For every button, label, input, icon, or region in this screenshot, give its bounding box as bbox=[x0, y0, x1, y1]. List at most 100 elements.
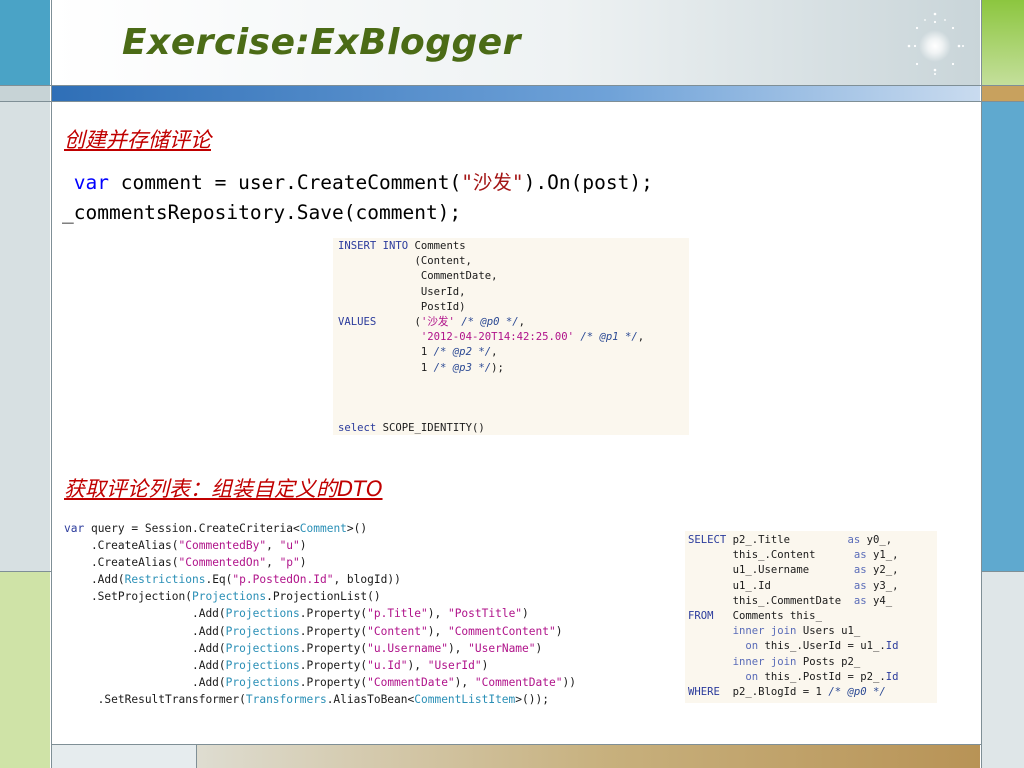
sql-select-screenshot: SELECT p2_.Title as y0_, this_.Content a… bbox=[685, 531, 937, 703]
code-line: SELECT p2_.Title as y0_, bbox=[688, 533, 937, 548]
title-underline-bar bbox=[52, 86, 980, 101]
code-token: Comments this_ bbox=[713, 610, 822, 623]
code-token: .SetResultTransformer( bbox=[64, 692, 246, 706]
code-token: /* @p1 */ bbox=[574, 331, 638, 344]
code-token: y0_, bbox=[860, 534, 893, 546]
code-token: "CommentContent" bbox=[447, 624, 556, 638]
code-line: .SetProjection(Projections.ProjectionLis… bbox=[64, 588, 576, 605]
code-token: , blogId)) bbox=[333, 573, 401, 587]
code-token: .Add( bbox=[64, 624, 226, 638]
code-token: as bbox=[853, 594, 867, 607]
code-token: /* @p3 */ bbox=[427, 361, 492, 374]
code-token: .Property( bbox=[299, 641, 368, 655]
code-line: '2012-04-20T14:42:25.00' /* @p1 */, bbox=[338, 330, 689, 345]
code-line: VALUES ('沙发' /* @p0 */, bbox=[338, 315, 689, 330]
code-token: '2012-04-20T14:42:25.00' bbox=[420, 331, 574, 344]
code-string: "沙发" bbox=[461, 171, 524, 194]
code-token: Posts p2_ bbox=[796, 655, 861, 668]
code-line: (Content, bbox=[338, 254, 689, 269]
frame-divider-left-low bbox=[0, 571, 51, 572]
code-line: select SCOPE_IDENTITY() bbox=[338, 421, 689, 436]
code-line: this_.Content as y1_, bbox=[688, 548, 937, 563]
code-token: query = Session.CreateCriteria< bbox=[84, 522, 300, 535]
code-token: /* @p0 */ bbox=[454, 316, 519, 329]
code-token: this_.UserId = u1_. bbox=[758, 640, 886, 653]
code-line: .Add(Projections.Property("u.Username"),… bbox=[64, 640, 576, 657]
code-line: .CreateAlias("CommentedBy", "u") bbox=[64, 537, 576, 554]
code-token: "PostTitle" bbox=[447, 607, 523, 621]
code-token: Users u1_ bbox=[796, 625, 861, 638]
code-token: 1 bbox=[338, 361, 428, 374]
frame-right-strip bbox=[982, 85, 1024, 101]
code-token: .SetProjection( bbox=[64, 590, 192, 604]
code-line: 1 /* @p3 */); bbox=[338, 361, 689, 376]
code-line: ​ bbox=[338, 391, 689, 406]
code-token: "Content" bbox=[367, 624, 428, 638]
code-token: ) bbox=[299, 539, 307, 553]
code-token: Projections bbox=[225, 675, 300, 689]
code-token: y3_, bbox=[866, 579, 899, 592]
code-line: UserId, bbox=[338, 285, 689, 300]
frame-divider-left bbox=[51, 0, 52, 768]
code-token: u1_.Username bbox=[688, 564, 854, 577]
code-token: ) bbox=[522, 607, 529, 621]
code-line1-b: ).On(post); bbox=[523, 171, 653, 194]
code-token: "CommentedBy" bbox=[178, 539, 267, 553]
code-token: y1_, bbox=[866, 549, 899, 562]
code-token: u1_.Id bbox=[688, 579, 854, 592]
code-token: "p" bbox=[279, 556, 300, 570]
code-token: "CommentedOn" bbox=[178, 556, 267, 570]
code-token: , bbox=[637, 331, 645, 344]
code-token: Id bbox=[885, 670, 899, 683]
code-line: on this_.PostId = p2_.Id bbox=[688, 670, 937, 685]
code-token: "u.Username" bbox=[367, 641, 448, 655]
code-line: var query = Session.CreateCriteria<Comme… bbox=[64, 520, 576, 537]
code-token: /* @p0 */ bbox=[821, 686, 886, 699]
code-token: SCOPE_IDENTITY() bbox=[376, 422, 485, 435]
code-token: WHERE bbox=[688, 686, 720, 699]
code-token: .Add( bbox=[64, 607, 226, 621]
sql-insert-screenshot: INSERT INTO Comments (Content, CommentDa… bbox=[333, 238, 689, 435]
frame-right-bottom bbox=[982, 571, 1024, 768]
code-token: .Property( bbox=[299, 624, 368, 638]
code-token: ), bbox=[427, 624, 448, 638]
code-token: VALUES bbox=[338, 316, 377, 329]
code-token: .Eq( bbox=[205, 573, 233, 587]
code-token: PostId) bbox=[338, 300, 466, 313]
criteria-code-screenshot: var query = Session.CreateCriteria<Comme… bbox=[64, 520, 576, 708]
code-token: y2_, bbox=[866, 564, 899, 577]
code-line: .Add(Projections.Property("u.Id"), "User… bbox=[64, 657, 576, 674]
code-token: "CommentDate" bbox=[474, 675, 563, 689]
code-token: CommentDate, bbox=[338, 270, 498, 283]
code-token: inner join bbox=[732, 625, 797, 638]
code-token: >()); bbox=[515, 692, 549, 706]
code-line: CommentDate, bbox=[338, 269, 689, 284]
code-token: Projections bbox=[225, 607, 300, 621]
code-token: var bbox=[64, 522, 85, 535]
code-token: .Property( bbox=[299, 675, 368, 689]
code-token: ), bbox=[447, 641, 469, 655]
code-token: ) bbox=[555, 624, 563, 638]
frame-left-bottom bbox=[0, 571, 50, 768]
code-line1-a: comment = user.CreateComment( bbox=[108, 171, 462, 194]
code-token: ); bbox=[491, 361, 504, 374]
code-token: ) bbox=[535, 641, 543, 655]
code-token: as bbox=[853, 564, 867, 577]
code-token: Projections bbox=[225, 624, 300, 638]
code-token: , bbox=[266, 539, 280, 553]
code-line: WHERE p2_.BlogId = 1 /* @p0 */ bbox=[688, 685, 937, 700]
code-token: select bbox=[338, 422, 377, 435]
code-line: u1_.Id as y3_, bbox=[688, 579, 937, 594]
code-line: u1_.Username as y2_, bbox=[688, 563, 937, 578]
code-token: as bbox=[853, 579, 867, 592]
code-token: "u" bbox=[279, 539, 300, 553]
code-token: .Add( bbox=[64, 573, 125, 587]
code-token: SELECT bbox=[688, 534, 727, 546]
code-token: Projections bbox=[225, 641, 300, 655]
code-line2: _commentsRepository.Save(comment); bbox=[62, 201, 462, 224]
code-token: INSERT INTO bbox=[338, 240, 409, 252]
code-line: .SetResultTransformer(Transformers.Alias… bbox=[64, 691, 576, 708]
